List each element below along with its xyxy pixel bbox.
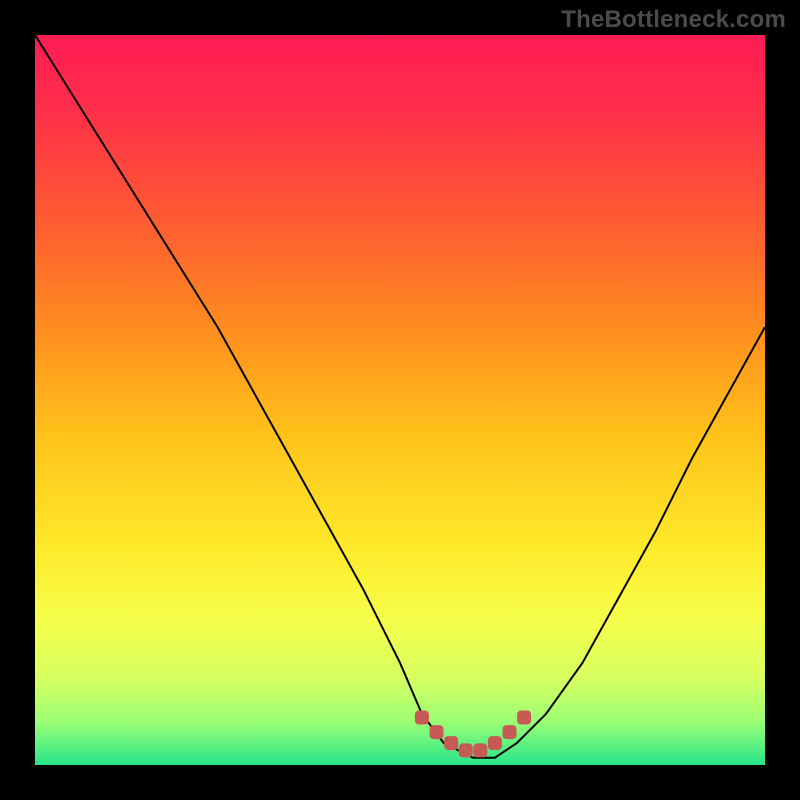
plot-area <box>35 35 765 765</box>
gradient-background <box>35 35 765 765</box>
optimal-marker <box>503 725 517 739</box>
optimal-marker <box>415 711 429 725</box>
optimal-marker <box>473 743 487 757</box>
chart-frame: TheBottleneck.com <box>0 0 800 800</box>
optimal-marker <box>459 743 473 757</box>
watermark-label: TheBottleneck.com <box>561 6 786 34</box>
optimal-marker <box>430 725 444 739</box>
bottleneck-chart <box>35 35 765 765</box>
optimal-marker <box>517 711 531 725</box>
optimal-marker <box>488 736 502 750</box>
optimal-marker <box>444 736 458 750</box>
